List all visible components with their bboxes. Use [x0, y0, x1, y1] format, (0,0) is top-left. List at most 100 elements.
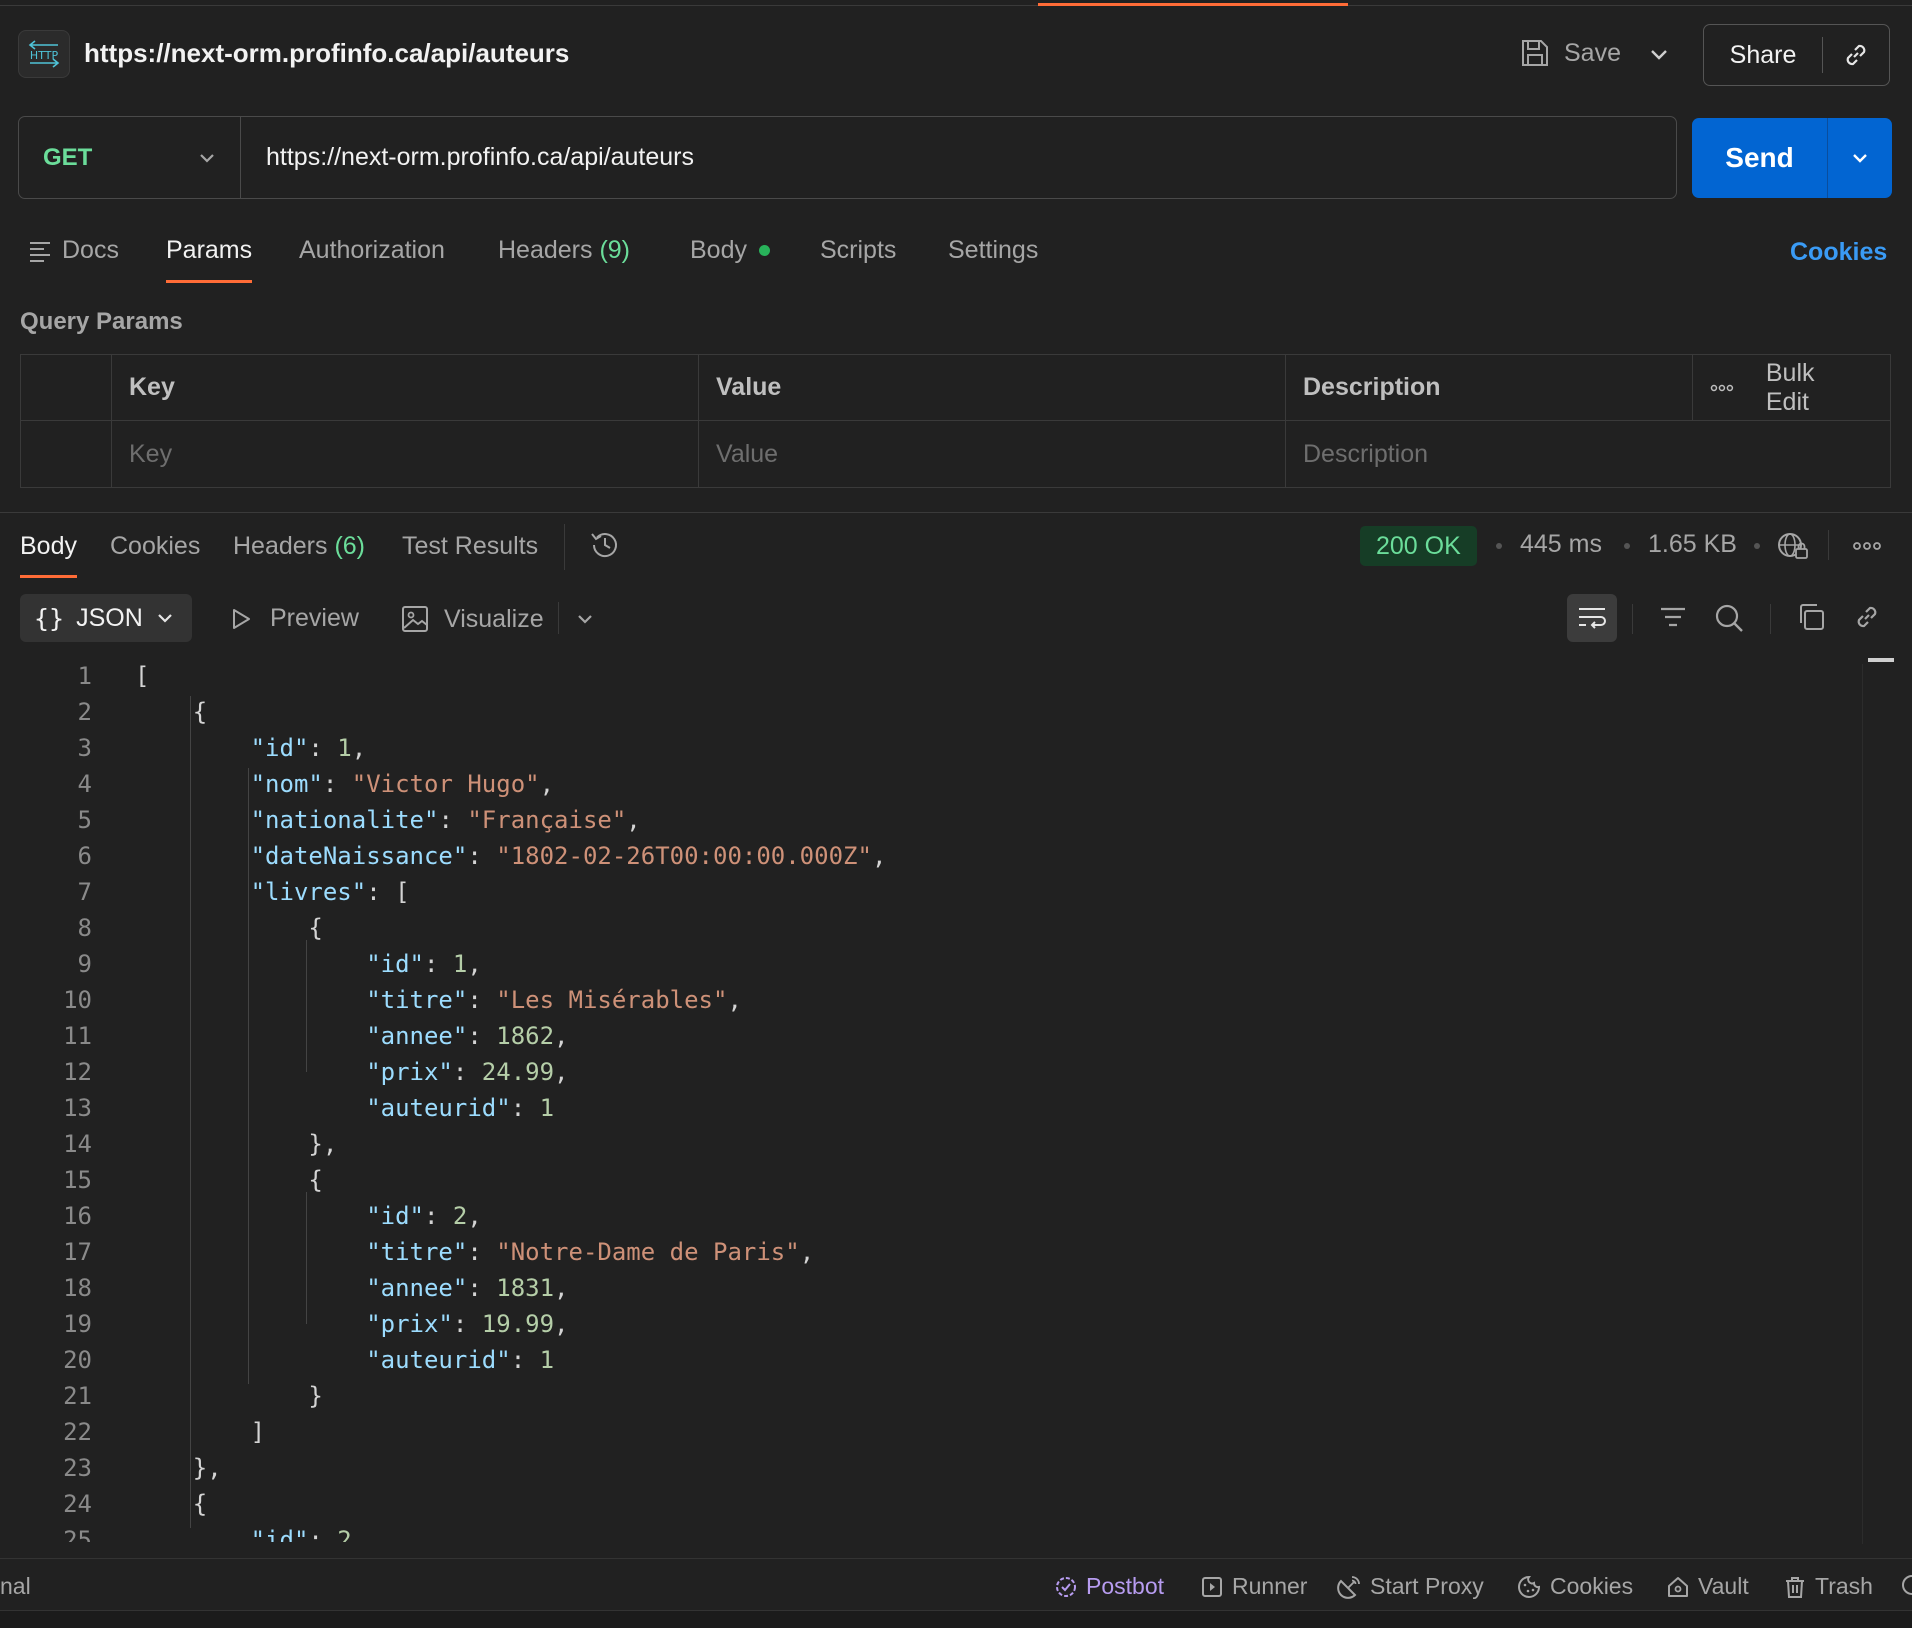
visualize-button[interactable]: Visualize	[400, 604, 544, 634]
cookies-link[interactable]: Cookies	[1790, 238, 1887, 267]
response-tab-headers-label: Headers	[233, 532, 328, 560]
line-number: 25	[63, 1526, 92, 1542]
code-line: 5 "nationalite": "Française",	[0, 802, 1862, 838]
meta-divider	[1828, 530, 1829, 560]
response-body-editor[interactable]: 1[2 {3 "id": 1, 4 "nom": "Victor Hugo", 5 …	[0, 660, 1862, 1542]
response-more-options-icon[interactable]	[1852, 540, 1882, 552]
url-input[interactable]	[241, 117, 1676, 198]
bottom-strip	[0, 1610, 1912, 1628]
cookie-icon	[1518, 1575, 1541, 1598]
trash-button[interactable]: Trash	[1783, 1573, 1873, 1600]
tab-docs-label: Docs	[62, 236, 119, 264]
code-text: "nom": "Victor Hugo",	[250, 770, 555, 798]
terminal-button[interactable]: nal	[0, 1573, 31, 1600]
code-text: "id": 1,	[250, 734, 367, 762]
runner-label: Runner	[1232, 1573, 1308, 1599]
copy-icon[interactable]	[1796, 602, 1826, 632]
code-line: 6 "dateNaissance": "1802-02-26T00:00:00.…	[0, 838, 1862, 874]
line-number: 12	[63, 1058, 92, 1086]
send-options-chevron-icon[interactable]	[1828, 146, 1892, 170]
format-select[interactable]: {} JSON	[20, 594, 192, 642]
description-input[interactable]: Description	[1286, 421, 1890, 487]
active-tab-indicator	[1038, 3, 1348, 6]
line-number: 23	[63, 1454, 92, 1482]
visualize-options-chevron-icon[interactable]	[574, 608, 596, 630]
code-line: 21 }	[0, 1378, 1862, 1414]
tab-params[interactable]: Params	[166, 235, 253, 283]
value-input[interactable]: Value	[699, 421, 1286, 487]
status-badge[interactable]: 200 OK	[1360, 526, 1477, 566]
save-icon	[1522, 40, 1548, 66]
code-text: "annee": 1831,	[366, 1274, 569, 1302]
send-button[interactable]: Send	[1692, 142, 1827, 174]
wrap-lines-icon[interactable]	[1567, 594, 1617, 642]
line-number: 7	[77, 878, 92, 906]
response-size[interactable]: 1.65 KB	[1648, 530, 1737, 559]
tab-settings[interactable]: Settings	[948, 235, 1038, 283]
more-options-icon[interactable]	[1710, 383, 1734, 393]
link-icon[interactable]	[1852, 602, 1882, 632]
response-time[interactable]: 445 ms	[1520, 530, 1602, 559]
table-header-row: Key Value Description Bulk Edit	[21, 355, 1890, 421]
request-title[interactable]: https://next-orm.profinfo.ca/api/auteurs	[84, 36, 569, 70]
tab-headers-label: Headers	[498, 236, 593, 264]
bulk-edit-button[interactable]: Bulk Edit	[1766, 359, 1864, 417]
save-options-chevron-icon[interactable]	[1646, 42, 1672, 68]
line-number: 4	[77, 770, 92, 798]
share-button[interactable]: Share	[1704, 41, 1822, 70]
network-globe-icon[interactable]	[1776, 530, 1810, 562]
tab-body-label: Body	[690, 236, 747, 264]
save-label: Save	[1564, 38, 1621, 67]
code-text: {	[135, 698, 208, 726]
line-number: 17	[63, 1238, 92, 1266]
start-proxy-button[interactable]: Start Proxy	[1336, 1573, 1484, 1600]
tab-authorization[interactable]: Authorization	[299, 235, 445, 283]
code-text: },	[135, 1130, 338, 1158]
response-tab-cookies[interactable]: Cookies	[110, 530, 200, 578]
key-input[interactable]: Key	[112, 421, 699, 487]
tab-headers[interactable]: Headers (9)	[498, 235, 630, 283]
search-icon[interactable]	[1713, 602, 1745, 634]
code-line: 2 {	[0, 694, 1862, 730]
response-tab-test-results[interactable]: Test Results	[402, 530, 538, 578]
runner-icon	[1202, 1576, 1222, 1597]
tab-scripts[interactable]: Scripts	[820, 235, 896, 283]
vault-button[interactable]: Vault	[1666, 1573, 1749, 1600]
response-tab-body[interactable]: Body	[20, 530, 77, 578]
line-number: 24	[63, 1490, 92, 1518]
code-line: 20 "auteurid": 1	[0, 1342, 1862, 1378]
history-icon[interactable]	[588, 528, 622, 562]
start-proxy-label: Start Proxy	[1370, 1573, 1484, 1599]
help-icon[interactable]	[1902, 1573, 1912, 1597]
vault-icon	[1668, 1576, 1688, 1597]
trash-icon	[1786, 1576, 1804, 1598]
postbot-button[interactable]: Postbot	[1054, 1573, 1164, 1600]
code-line: 23 },	[0, 1450, 1862, 1486]
preview-button[interactable]: Preview	[228, 604, 359, 633]
line-number: 9	[77, 950, 92, 978]
line-number: 8	[77, 914, 92, 942]
filter-icon[interactable]	[1658, 602, 1688, 632]
method-select[interactable]: GET	[19, 117, 241, 198]
scrollbar-thumb[interactable]	[1868, 658, 1894, 662]
cookies-button[interactable]: Cookies	[1516, 1573, 1633, 1600]
save-button[interactable]: Save	[1520, 36, 1621, 70]
code-line: 16 "id": 2,	[0, 1198, 1862, 1234]
copy-link-icon[interactable]	[1823, 40, 1889, 70]
code-text: },	[135, 1454, 222, 1482]
response-tab-headers[interactable]: Headers (6)	[233, 530, 365, 578]
tab-docs[interactable]: Docs	[28, 235, 119, 283]
query-params-table: Key Value Description Bulk Edit Key Valu…	[20, 354, 1891, 488]
code-line: 11 "annee": 1862,	[0, 1018, 1862, 1054]
postbot-icon	[1056, 1576, 1076, 1597]
scrollbar-track[interactable]	[1862, 664, 1863, 1544]
tab-body[interactable]: Body	[690, 235, 770, 283]
url-bar: GET	[18, 116, 1677, 199]
play-icon	[233, 608, 250, 629]
line-number: 10	[63, 986, 92, 1014]
runner-button[interactable]: Runner	[1200, 1573, 1307, 1600]
code-line: 8 {	[0, 910, 1862, 946]
toolbar-divider	[1632, 604, 1633, 634]
code-text: "id": 2,	[366, 1202, 482, 1230]
line-number: 6	[77, 842, 92, 870]
